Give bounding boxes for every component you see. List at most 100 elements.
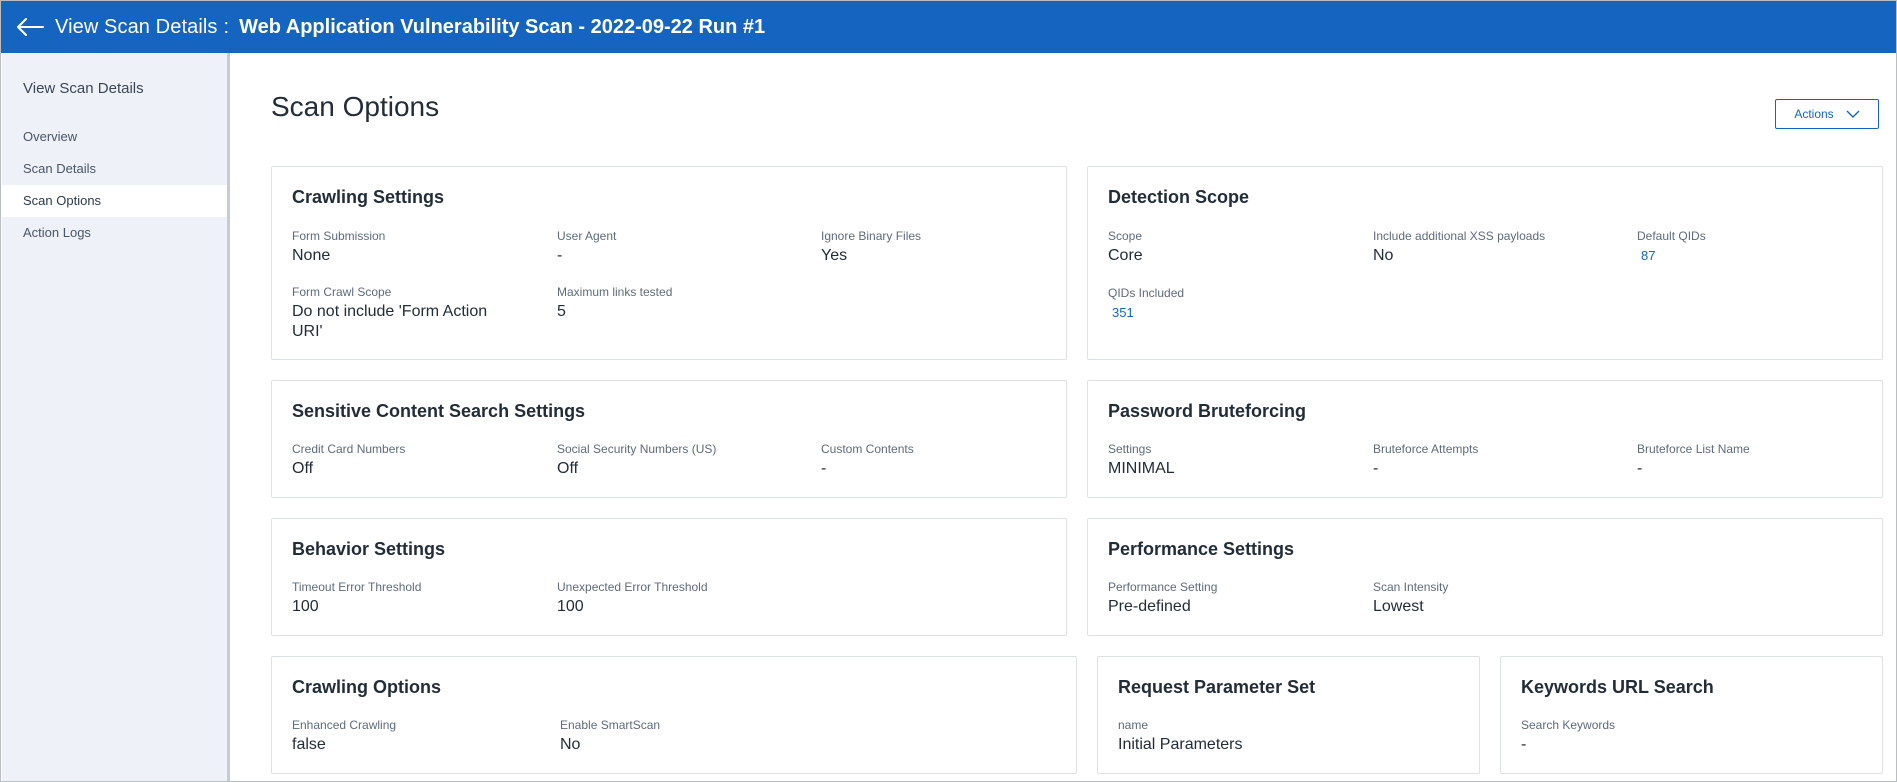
performance-settings-card: Performance Settings Performance Setting… xyxy=(1087,518,1883,636)
crawling-options-card: Crawling Options Enhanced Crawling false… xyxy=(271,656,1077,774)
sidebar-item-overview[interactable]: Overview xyxy=(2,121,227,153)
field-include-xss-payloads: Include additional XSS payloads No xyxy=(1373,229,1545,266)
page-title: Scan Options xyxy=(271,91,440,122)
field-scope: Scope Core xyxy=(1108,229,1143,266)
crawling-settings-card: Crawling Settings Form Submission None U… xyxy=(271,166,1067,360)
field-label: Credit Card Numbers xyxy=(292,442,406,456)
field-label: Search Keywords xyxy=(1521,718,1616,732)
field-value: 5 xyxy=(557,303,566,320)
behavior-settings-card: Behavior Settings Timeout Error Threshol… xyxy=(271,518,1067,636)
card-title: Keywords URL Search xyxy=(1521,677,1714,697)
back-arrow-icon[interactable] xyxy=(15,15,45,39)
field-value: Core xyxy=(1108,247,1143,264)
card-title: Sensitive Content Search Settings xyxy=(292,401,586,421)
actions-button-label: Actions xyxy=(1794,107,1834,121)
field-value: 100 xyxy=(292,598,319,615)
field-label: Default QIDs xyxy=(1637,229,1706,243)
card-title: Crawling Options xyxy=(292,677,442,697)
sidebar: View Scan Details Overview Scan Details … xyxy=(2,53,230,781)
field-label: name xyxy=(1118,718,1149,732)
detection-scope-card: Detection Scope Scope Core Include addit… xyxy=(1087,166,1883,360)
request-parameter-set-card: Request Parameter Set name Initial Param… xyxy=(1097,656,1480,774)
field-timeout-error-threshold: Timeout Error Threshold 100 xyxy=(292,580,421,617)
field-credit-card-numbers: Credit Card Numbers Off xyxy=(292,442,405,479)
field-label: Timeout Error Threshold xyxy=(292,580,422,594)
sidebar-item-action-logs[interactable]: Action Logs xyxy=(2,217,227,249)
field-label: Social Security Numbers (US) xyxy=(557,442,717,456)
field-label: Include additional XSS payloads xyxy=(1373,229,1546,243)
keywords-url-search-card: Keywords URL Search Search Keywords - xyxy=(1500,656,1883,774)
field-label: Enable SmartScan xyxy=(560,718,661,732)
field-value: Off xyxy=(557,460,579,477)
card-title: Detection Scope xyxy=(1108,187,1250,207)
field-bruteforce-settings: Settings MINIMAL xyxy=(1108,442,1175,479)
field-bruteforce-attempts: Bruteforce Attempts - xyxy=(1373,442,1478,479)
card-title: Password Bruteforcing xyxy=(1108,401,1307,421)
field-value: Do not include 'Form Action URI' xyxy=(292,303,488,340)
field-value: - xyxy=(1637,460,1643,477)
field-form-submission: Form Submission None xyxy=(292,229,385,266)
field-value: None xyxy=(292,247,331,264)
field-label: Unexpected Error Threshold xyxy=(557,580,708,594)
field-value: false xyxy=(292,736,326,753)
field-custom-contents: Custom Contents - xyxy=(821,442,914,479)
field-value: - xyxy=(1521,736,1527,753)
qids-included-link[interactable]: 351 xyxy=(1112,305,1134,320)
field-parameter-set-name: name Initial Parameters xyxy=(1118,718,1243,755)
field-user-agent: User Agent - xyxy=(557,229,616,266)
sidebar-item-scan-options[interactable]: Scan Options xyxy=(2,185,227,217)
header-title-separator: : xyxy=(223,15,230,38)
header-scan-name: Web Application Vulnerability Scan - 202… xyxy=(239,15,766,38)
field-label: Form Submission xyxy=(292,229,386,243)
sidebar-item-scan-details[interactable]: Scan Details xyxy=(2,153,227,185)
field-value: Lowest xyxy=(1373,598,1424,615)
field-label: QIDs Included xyxy=(1108,286,1185,300)
field-label: Ignore Binary Files xyxy=(821,229,922,243)
card-title: Performance Settings xyxy=(1108,539,1295,559)
top-header-bar: View Scan Details : Web Application Vuln… xyxy=(1,1,1896,53)
field-label: Bruteforce Attempts xyxy=(1373,442,1479,456)
field-label: Custom Contents xyxy=(821,442,914,456)
header-title-prefix: View Scan Details xyxy=(55,15,218,38)
field-label: Scan Intensity xyxy=(1373,580,1449,594)
chevron-down-icon xyxy=(1846,107,1860,121)
field-bruteforce-list-name: Bruteforce List Name - xyxy=(1637,442,1750,479)
field-label: Performance Setting xyxy=(1108,580,1218,594)
field-default-qids: Default QIDs 87 xyxy=(1637,229,1706,265)
field-search-keywords: Search Keywords - xyxy=(1521,718,1615,755)
field-value: MINIMAL xyxy=(1108,460,1175,477)
field-value: 100 xyxy=(557,598,584,615)
field-unexpected-error-threshold: Unexpected Error Threshold 100 xyxy=(557,580,708,617)
field-value: - xyxy=(557,247,563,264)
field-value: - xyxy=(821,460,827,477)
field-label: Bruteforce List Name xyxy=(1637,442,1750,456)
field-value: Initial Parameters xyxy=(1118,736,1243,753)
field-value: - xyxy=(1373,460,1379,477)
field-performance-setting: Performance Setting Pre-defined xyxy=(1108,580,1217,617)
field-label: User Agent xyxy=(557,229,617,243)
field-maximum-links-tested: Maximum links tested 5 xyxy=(557,285,672,322)
field-enhanced-crawling: Enhanced Crawling false xyxy=(292,718,396,755)
actions-dropdown-button[interactable]: Actions xyxy=(1775,99,1879,129)
field-label: Settings xyxy=(1108,442,1152,456)
field-enable-smartscan: Enable SmartScan No xyxy=(560,718,660,755)
field-value: No xyxy=(560,736,581,753)
sidebar-title: View Scan Details xyxy=(23,80,144,97)
field-ignore-binary-files: Ignore Binary Files Yes xyxy=(821,229,921,266)
field-scan-intensity: Scan Intensity Lowest xyxy=(1373,580,1448,617)
field-social-security-numbers: Social Security Numbers (US) Off xyxy=(557,442,716,479)
field-label: Maximum links tested xyxy=(557,285,673,299)
field-value: No xyxy=(1373,247,1394,264)
field-label: Scope xyxy=(1108,229,1143,243)
field-value: Off xyxy=(292,460,314,477)
card-title: Crawling Settings xyxy=(292,187,445,207)
card-title: Behavior Settings xyxy=(292,539,446,559)
password-bruteforcing-card: Password Bruteforcing Settings MINIMAL B… xyxy=(1087,380,1883,498)
field-qids-included: QIDs Included 351 xyxy=(1108,286,1184,322)
field-value: Pre-defined xyxy=(1108,598,1191,615)
field-form-crawl-scope: Form Crawl Scope Do not include 'Form Ac… xyxy=(292,285,507,342)
default-qids-link[interactable]: 87 xyxy=(1641,248,1655,263)
field-label: Form Crawl Scope xyxy=(292,285,392,299)
field-label: Enhanced Crawling xyxy=(292,718,397,732)
card-title: Request Parameter Set xyxy=(1118,677,1316,697)
